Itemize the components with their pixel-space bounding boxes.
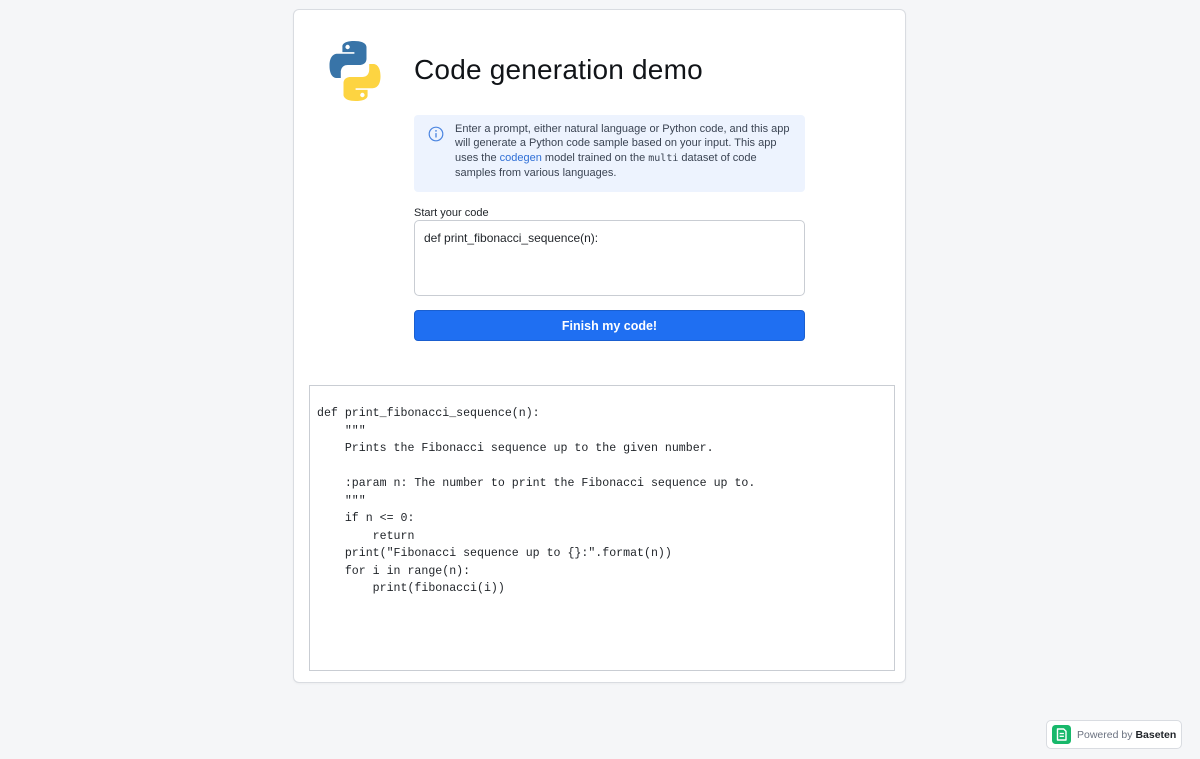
dataset-code: multi — [648, 152, 679, 164]
finish-code-button[interactable]: Finish my code! — [414, 310, 805, 341]
info-callout: Enter a prompt, either natural language … — [414, 115, 805, 192]
start-code-input[interactable] — [414, 220, 805, 296]
python-logo-icon — [329, 41, 381, 101]
page-title: Code generation demo — [414, 54, 703, 85]
codegen-link[interactable]: codegen — [500, 152, 542, 164]
generated-code-text: def print_fibonacci_sequence(n): """ Pri… — [317, 407, 756, 595]
baseten-brand-text: Baseten — [1135, 728, 1177, 741]
info-circle-icon — [428, 126, 444, 142]
powered-by-text: Powered by — [1077, 728, 1133, 741]
powered-by-baseten-badge[interactable]: Powered by Baseten — [1046, 720, 1182, 749]
start-code-label: Start your code — [414, 207, 489, 219]
generated-code-output: def print_fibonacci_sequence(n): """ Pri… — [309, 385, 895, 671]
baseten-logo-icon — [1052, 725, 1071, 744]
info-text-continued: model trained on the — [541, 151, 649, 164]
app-card: Code generation demo Enter a prompt, eit… — [293, 9, 906, 683]
